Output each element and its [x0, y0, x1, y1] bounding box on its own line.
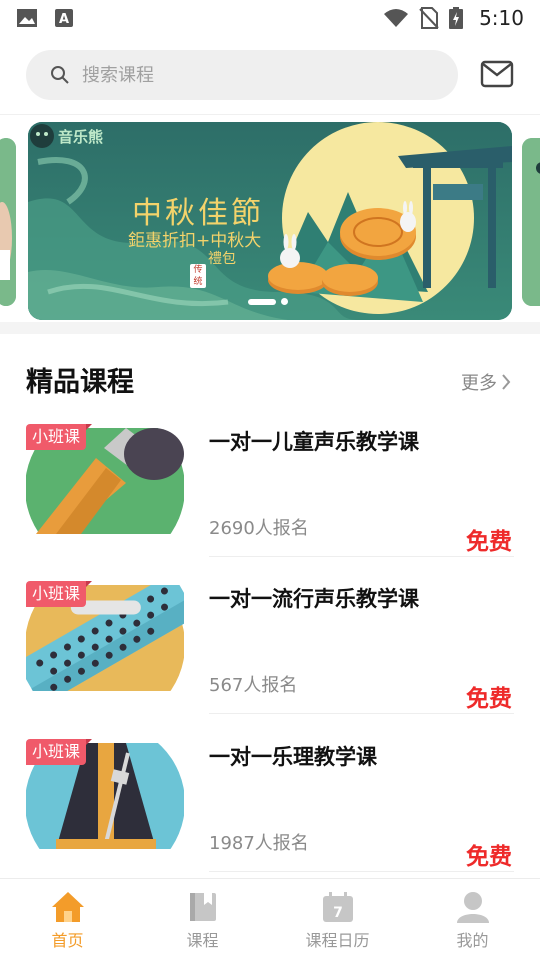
carousel-dot-active	[248, 298, 276, 305]
wifi-icon	[384, 9, 409, 27]
svg-text:A: A	[59, 12, 69, 27]
banner-brand: 音乐熊	[58, 128, 104, 146]
home-icon	[51, 892, 84, 922]
more-label: 更多	[461, 373, 497, 394]
text-a-icon: A	[55, 9, 73, 27]
course-title: 一对一乐理教学课	[209, 745, 377, 769]
banner-prev-card[interactable]	[0, 138, 16, 306]
course-tag: 小班课	[26, 581, 93, 607]
nav-calendar[interactable]: 7 课程日历	[270, 879, 405, 960]
search-box[interactable]	[26, 50, 458, 100]
section-separator	[0, 322, 540, 334]
divider	[209, 556, 514, 557]
nav-label: 首页	[51, 931, 84, 950]
banner-carousel[interactable]: 音乐熊 中秋佳節 鉅惠折扣+中秋大 禮包 传统	[0, 122, 540, 322]
carousel-indicator	[248, 298, 288, 305]
battery-charging-icon	[449, 7, 464, 29]
course-item[interactable]: 小班课 一对一乐理教学课 1987人报名 免费	[0, 737, 540, 889]
divider	[0, 114, 540, 115]
course-tag: 小班课	[26, 424, 93, 450]
nav-profile[interactable]: 我的	[405, 879, 540, 960]
mail-icon[interactable]	[480, 60, 514, 88]
carousel-dot	[281, 298, 288, 305]
status-bar: A 5:10	[0, 0, 540, 36]
banner-stamp: 传统	[190, 264, 206, 288]
search-input[interactable]	[82, 64, 412, 86]
more-link[interactable]: 更多	[461, 369, 511, 395]
course-enroll-count: 1987人报名	[209, 833, 309, 854]
image-icon	[17, 9, 37, 27]
course-price: 免费	[466, 844, 512, 870]
nav-courses[interactable]: 课程	[135, 879, 270, 960]
course-tag: 小班课	[26, 739, 93, 765]
nav-label: 我的	[456, 931, 489, 950]
course-title: 一对一流行声乐教学课	[209, 587, 419, 611]
banner-subtitle-2: 禮包	[208, 251, 236, 267]
nav-label: 课程	[186, 931, 219, 950]
search-row	[0, 48, 540, 104]
divider	[209, 871, 514, 872]
no-sim-icon	[419, 7, 439, 29]
search-icon	[51, 66, 69, 84]
user-icon	[456, 892, 489, 923]
chevron-right-icon	[502, 374, 511, 390]
course-price: 免费	[466, 686, 512, 712]
calendar-icon: 7	[322, 892, 353, 922]
divider	[209, 713, 514, 714]
course-enroll-count: 567人报名	[209, 675, 298, 696]
nav-label: 课程日历	[305, 931, 370, 950]
course-item[interactable]: 小班课 一对一流行声乐教学课 567人报名 免费	[0, 579, 540, 731]
bottom-nav: 首页 课程 7 课程日历 我的	[0, 878, 540, 960]
status-time: 5:10	[479, 6, 524, 30]
course-title: 一对一儿童声乐教学课	[209, 430, 419, 454]
course-item[interactable]: 小班课 一对一儿童声乐教学课 2690人报名 免费	[0, 422, 540, 574]
calendar-day: 7	[333, 905, 343, 921]
banner-slide[interactable]: 音乐熊 中秋佳節 鉅惠折扣+中秋大 禮包 传统	[28, 122, 512, 320]
section-title: 精品课程	[26, 367, 134, 398]
banner-subtitle: 鉅惠折扣+中秋大	[128, 231, 262, 251]
course-enroll-count: 2690人报名	[209, 518, 309, 539]
course-price: 免费	[466, 529, 512, 555]
banner-next-card[interactable]	[522, 138, 540, 306]
book-icon	[189, 893, 216, 921]
nav-home[interactable]: 首页	[0, 879, 135, 960]
